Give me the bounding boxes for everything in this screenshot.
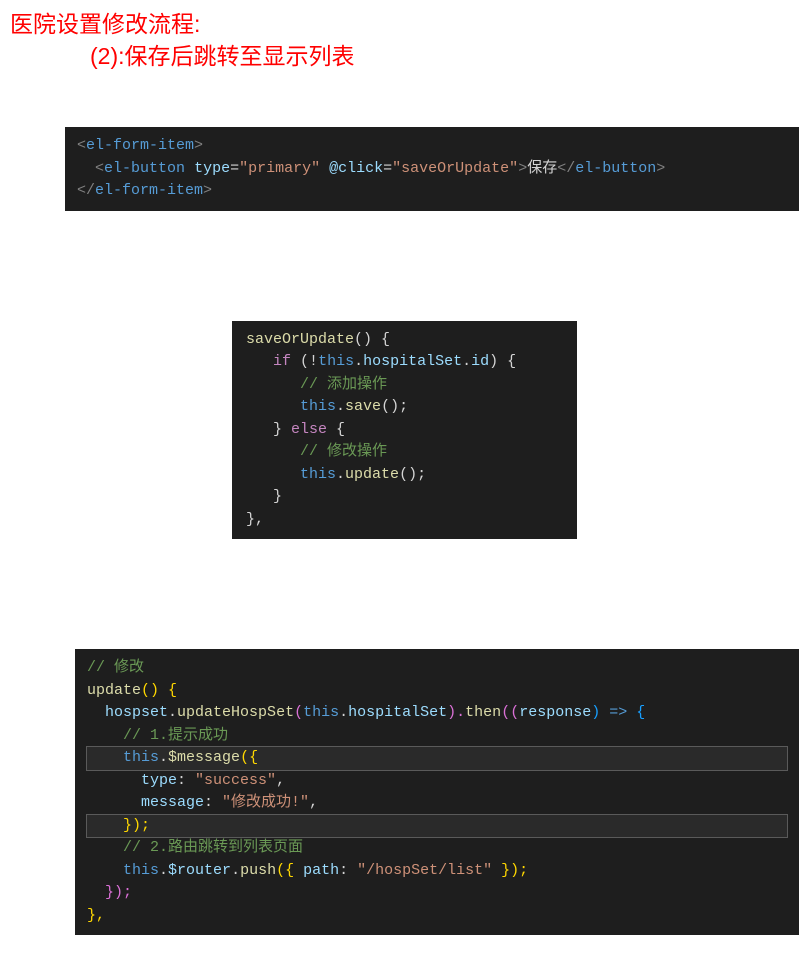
code-text: . xyxy=(354,353,363,370)
heading-line-2: (2):保存后跳转至显示列表 xyxy=(0,40,809,72)
code-text: id xyxy=(471,353,489,370)
code-text: }); xyxy=(123,817,150,834)
code-text: ({ xyxy=(276,862,303,879)
code-text: el-form-item xyxy=(95,182,203,199)
code-text: > xyxy=(194,137,203,154)
code-text: () { xyxy=(141,682,177,699)
code-text: this xyxy=(303,704,339,721)
code-text: : xyxy=(204,794,222,811)
code-text: (); xyxy=(381,398,408,415)
highlighted-line: this.$message({ xyxy=(87,747,787,770)
code-text: this xyxy=(300,398,336,415)
code-comment: // 添加操作 xyxy=(300,376,387,393)
code-text: message xyxy=(141,794,204,811)
code-text: this xyxy=(123,749,159,766)
code-text: => xyxy=(609,704,627,721)
code-text: el-button xyxy=(575,160,656,177)
code-block-update: // 修改 update() { hospset.updateHospSet(t… xyxy=(75,649,799,935)
code-text: (( xyxy=(501,704,519,721)
code-text: > xyxy=(518,160,527,177)
code-text: }, xyxy=(246,511,264,528)
code-text: el-button xyxy=(104,160,185,177)
code-text: > xyxy=(656,160,665,177)
code-comment: // 2.路由跳转到列表页面 xyxy=(123,839,303,856)
code-text: $message xyxy=(168,749,240,766)
code-text: hospitalSet xyxy=(363,353,462,370)
code-text: hospset xyxy=(105,704,168,721)
code-text: this xyxy=(300,466,336,483)
code-text: push xyxy=(240,862,276,879)
code-text: . xyxy=(168,704,177,721)
code-text: : xyxy=(339,862,357,879)
code-text: . xyxy=(231,862,240,879)
code-text: path xyxy=(303,862,339,879)
code-comment: // 1.提示成功 xyxy=(123,727,228,744)
code-text: updateHospSet xyxy=(177,704,294,721)
code-text: = xyxy=(230,160,239,177)
highlighted-line: }); xyxy=(87,815,787,838)
code-text: update xyxy=(87,682,141,699)
code-text: { xyxy=(327,421,345,438)
code-text: . xyxy=(159,749,168,766)
code-text: } xyxy=(273,488,282,505)
code-text: ) xyxy=(591,704,609,721)
code-text: saveOrUpdate xyxy=(246,331,354,348)
code-text: < xyxy=(95,160,104,177)
code-text: } xyxy=(273,421,291,438)
code-text: (); xyxy=(399,466,426,483)
code-text: this xyxy=(123,862,159,879)
code-text: ({ xyxy=(240,749,258,766)
code-text: ) { xyxy=(489,353,516,370)
code-text: update xyxy=(345,466,399,483)
code-text: </ xyxy=(77,182,95,199)
code-text: el-form-item xyxy=(86,137,194,154)
heading-line-1: 医院设置修改流程: xyxy=(0,8,809,40)
code-text: = xyxy=(383,160,392,177)
code-text: @click xyxy=(329,160,383,177)
code-text: () { xyxy=(354,331,390,348)
code-text: . xyxy=(159,862,168,879)
code-text: }, xyxy=(87,907,105,924)
code-text: < xyxy=(77,137,86,154)
code-text: > xyxy=(203,182,212,199)
code-text: { xyxy=(627,704,645,721)
code-text: type xyxy=(194,160,230,177)
code-text: response xyxy=(519,704,591,721)
code-comment: // 修改操作 xyxy=(300,443,387,460)
code-text: , xyxy=(276,772,285,789)
code-text: ! xyxy=(309,353,318,370)
code-text: $router xyxy=(168,862,231,879)
code-text: }); xyxy=(492,862,528,879)
code-block-template: <el-form-item> <el-button type="primary"… xyxy=(65,127,799,211)
code-text: type xyxy=(141,772,177,789)
code-text: "success" xyxy=(195,772,276,789)
code-text: : xyxy=(177,772,195,789)
code-text: then xyxy=(465,704,501,721)
code-text: if xyxy=(273,353,291,370)
code-text: "/hospSet/list" xyxy=(357,862,492,879)
code-text: "primary" xyxy=(239,160,320,177)
code-text: . xyxy=(336,398,345,415)
code-text: . xyxy=(339,704,348,721)
code-text: "saveOrUpdate" xyxy=(392,160,518,177)
code-text: ( xyxy=(291,353,309,370)
code-comment: // 修改 xyxy=(87,659,144,676)
code-text: 保存 xyxy=(527,160,557,177)
code-text: else xyxy=(291,421,327,438)
code-text: save xyxy=(345,398,381,415)
code-text: , xyxy=(309,794,318,811)
code-text: ( xyxy=(294,704,303,721)
code-text: this xyxy=(318,353,354,370)
code-text: ). xyxy=(447,704,465,721)
code-text: "修改成功!" xyxy=(222,794,309,811)
code-block-saveorupdate: saveOrUpdate() { if (!this.hospitalSet.i… xyxy=(232,321,577,540)
code-text: }); xyxy=(105,884,132,901)
code-text: </ xyxy=(557,160,575,177)
code-text: . xyxy=(336,466,345,483)
code-text: . xyxy=(462,353,471,370)
code-text: hospitalSet xyxy=(348,704,447,721)
